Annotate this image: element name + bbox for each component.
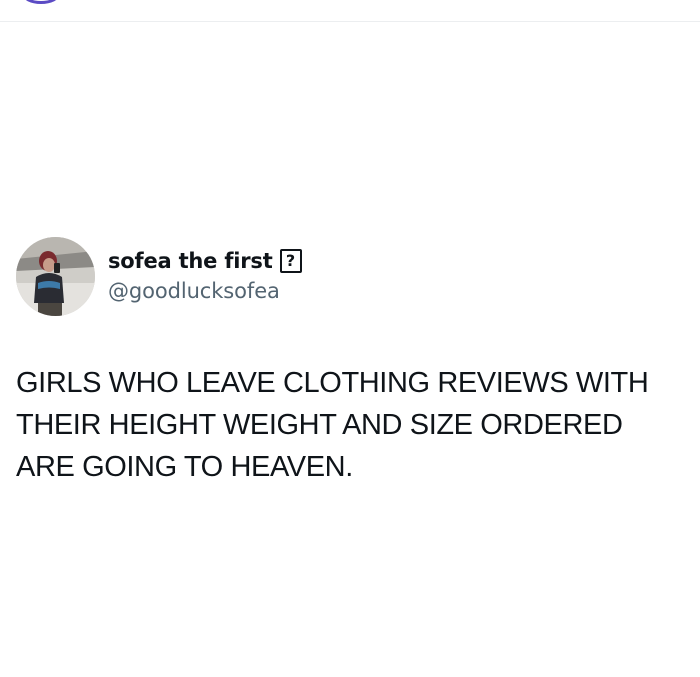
tweet-line: THEIR HEIGHT WEIGHT AND SIZE ORDERED	[16, 409, 623, 441]
tweet-line: GIRLS WHO LEAVE CLOTHING REVIEWS WITH	[16, 367, 649, 399]
tweet-text: GIRLS WHO LEAVE CLOTHING REVIEWS WITH TH…	[16, 362, 676, 488]
unknown-emoji-icon: ?	[279, 249, 302, 273]
previous-avatar-edge[interactable]	[22, 0, 60, 4]
display-name[interactable]: sofea the first	[108, 249, 273, 273]
avatar[interactable]	[16, 237, 95, 316]
tweet-author[interactable]: sofea the first ? @goodlucksofea	[16, 237, 616, 317]
avatar-photo	[16, 237, 95, 316]
tweet-line: ARE GOING TO HEAVEN.	[16, 451, 353, 483]
previous-post-edge	[0, 0, 700, 22]
user-handle[interactable]: @goodlucksofea	[108, 279, 302, 303]
